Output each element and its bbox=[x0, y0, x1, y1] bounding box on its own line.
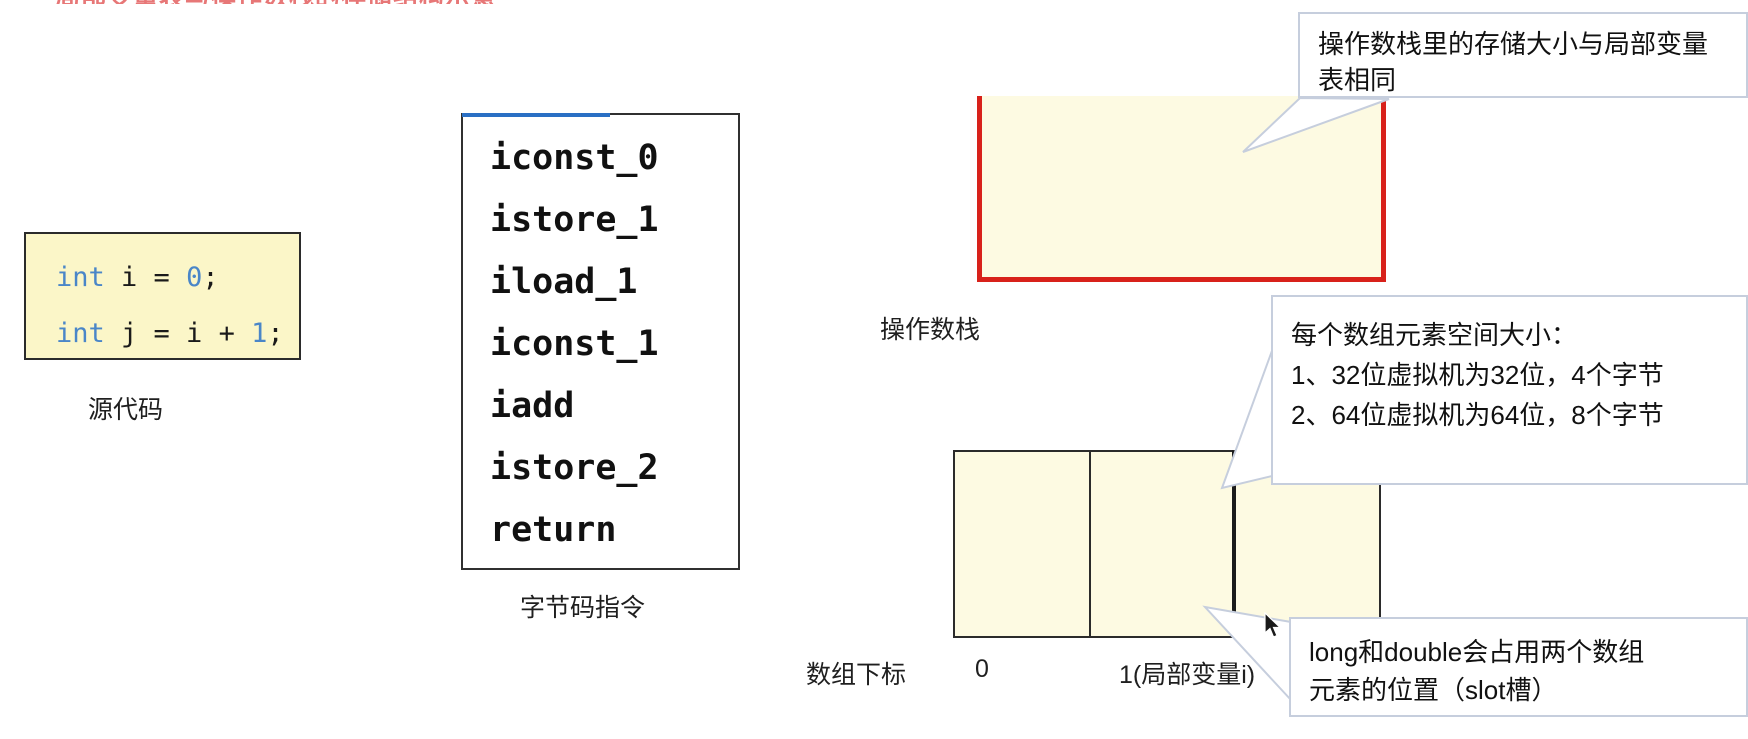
bytecode-instruction: iadd bbox=[490, 386, 575, 426]
source-code-caption: 源代码 bbox=[88, 396, 164, 424]
callout-operand-stack-note: 操作数栈里的存储大小与局部变量 表相同 bbox=[1298, 12, 1748, 98]
slot-axis-label: 数组下标 bbox=[806, 661, 907, 689]
slot-tick-0: 0 bbox=[975, 655, 989, 683]
bytecode-instruction: istore_1 bbox=[490, 200, 659, 240]
source-keyword-int-2: int bbox=[56, 318, 105, 349]
bytecode-instruction: iconst_0 bbox=[490, 138, 659, 178]
slot-tick-1: 1(局部变量i) bbox=[1119, 661, 1256, 689]
source-semicolon-1: ; bbox=[202, 262, 219, 293]
bytecode-instruction: return bbox=[490, 510, 617, 550]
operand-stack-caption: 操作数栈 bbox=[880, 316, 981, 344]
source-keyword-int-1: int bbox=[56, 262, 105, 293]
callout-slot-size-note: 每个数组元素空间大小： 1、32位虚拟机为32位，4个字节 2、64位虚拟机为6… bbox=[1271, 295, 1748, 485]
bytecode-instruction: istore_2 bbox=[490, 448, 659, 488]
slot-cell-1 bbox=[1089, 450, 1232, 638]
source-semicolon-2: ; bbox=[267, 318, 284, 349]
source-text-1: i = bbox=[104, 262, 187, 293]
source-number-1: 1 bbox=[251, 318, 268, 349]
callout-long-double-note: long和double会占用两个数组 元素的位置（slot槽） bbox=[1289, 617, 1748, 717]
mouse-cursor-icon bbox=[1264, 612, 1282, 638]
source-code-line-2: int j = i + 1; bbox=[56, 306, 299, 362]
bytecode-instruction: iload_1 bbox=[490, 262, 638, 302]
source-code-line-1: int i = 0; bbox=[56, 250, 299, 306]
operand-stack-box bbox=[977, 96, 1386, 282]
bytecode-box: iconst_0 istore_1 iload_1 iconst_1 iadd … bbox=[461, 113, 740, 570]
bytecode-caption: 字节码指令 bbox=[520, 594, 646, 622]
bytecode-instruction: iconst_1 bbox=[490, 324, 659, 364]
slot-cell-0 bbox=[953, 450, 1089, 638]
diagram-canvas: 局部变量表与操作数栈的存储结构示意 int i = 0; int j = i +… bbox=[0, 0, 1748, 739]
source-code-box: int i = 0; int j = i + 1; bbox=[24, 232, 301, 360]
source-number-0: 0 bbox=[186, 262, 203, 293]
clipped-heading: 局部变量表与操作数栈的存储结构示意 bbox=[55, 0, 1155, 4]
source-text-2: j = i + bbox=[104, 318, 252, 349]
